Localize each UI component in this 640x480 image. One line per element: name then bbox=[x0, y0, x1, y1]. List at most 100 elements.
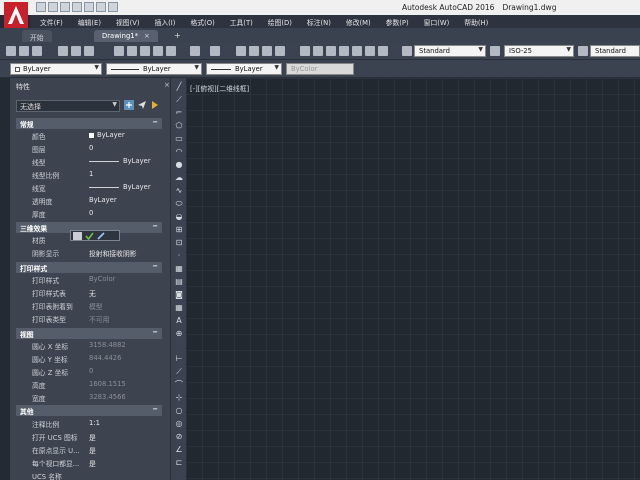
collapse-icon[interactable]: − bbox=[152, 262, 158, 270]
ellipse-arc-icon[interactable]: ◒ bbox=[174, 212, 184, 222]
properties-icon[interactable] bbox=[300, 46, 310, 56]
add-selected-icon[interactable]: ⊕ bbox=[174, 329, 184, 339]
sheetset-icon[interactable] bbox=[339, 46, 349, 56]
prop-row-center-z[interactable]: 圆心 Z 坐标 0 bbox=[16, 366, 162, 377]
menu-help[interactable]: 帮助(H) bbox=[464, 17, 488, 27]
line-icon[interactable]: ╱ bbox=[174, 82, 184, 92]
prop-row-center-y[interactable]: 圆心 Y 坐标 844.4426 bbox=[16, 353, 162, 364]
viewport-controls[interactable]: [-][俯视][二维线框] bbox=[190, 83, 249, 93]
arc-icon[interactable]: ◠ bbox=[174, 147, 184, 157]
hatch-icon[interactable]: ▦ bbox=[174, 264, 184, 274]
toolpalettes-icon[interactable] bbox=[326, 46, 336, 56]
make-block-icon[interactable]: ⊡ bbox=[174, 238, 184, 248]
plot-icon[interactable] bbox=[58, 46, 68, 56]
menu-insert[interactable]: 插入(I) bbox=[155, 17, 176, 27]
section-misc[interactable]: 其他 − bbox=[16, 405, 162, 416]
circle-icon[interactable]: ● bbox=[174, 160, 184, 170]
close-icon[interactable]: × bbox=[164, 81, 170, 89]
menu-view[interactable]: 视图(V) bbox=[116, 17, 140, 27]
new-tab-icon[interactable]: + bbox=[174, 31, 181, 40]
dim-style-select[interactable]: ISO-25 ▼ bbox=[504, 45, 574, 57]
construction-line-icon[interactable]: ⟋ bbox=[174, 95, 184, 105]
undo-icon[interactable] bbox=[96, 2, 106, 12]
prop-row-transparency[interactable]: 透明度 ByLayer bbox=[16, 195, 162, 206]
material-browse-icon[interactable] bbox=[73, 232, 82, 240]
autocad-logo-icon[interactable] bbox=[4, 2, 28, 28]
new-icon[interactable] bbox=[36, 2, 46, 12]
prop-row-center-x[interactable]: 圆心 X 坐标 3158.4882 bbox=[16, 340, 162, 351]
drawing-canvas[interactable]: [-][俯视][二维线框] bbox=[186, 78, 640, 480]
table-icon[interactable]: ▦ bbox=[174, 303, 184, 313]
lineweight-select[interactable]: ByLayer ▼ bbox=[206, 63, 282, 75]
toggle-pickadd-icon[interactable] bbox=[124, 100, 134, 110]
prop-row-thickness[interactable]: 厚度 0 bbox=[16, 208, 162, 219]
menu-dimension[interactable]: 标注(N) bbox=[307, 17, 331, 27]
saveas-icon[interactable] bbox=[72, 2, 82, 12]
prop-row-ucs-viewport[interactable]: 每个视口都显... 是 bbox=[16, 457, 162, 468]
prop-row-layer[interactable]: 图层 0 bbox=[16, 143, 162, 154]
collapse-icon[interactable]: − bbox=[152, 328, 158, 336]
cut-icon[interactable] bbox=[114, 46, 124, 56]
dim-ordinate-icon[interactable]: ⊹ bbox=[174, 393, 184, 403]
menu-format[interactable]: 格式(O) bbox=[190, 17, 214, 27]
prop-row-height[interactable]: 高度 1608.1515 bbox=[16, 379, 162, 390]
menu-parametric[interactable]: 参数(P) bbox=[386, 17, 409, 27]
tab-start[interactable]: 开始 bbox=[22, 30, 52, 42]
zoom-window-icon[interactable] bbox=[262, 46, 272, 56]
ellipse-icon[interactable]: ⬭ bbox=[174, 199, 184, 209]
prop-row-plottable[interactable]: 打印样式表 无 bbox=[16, 287, 162, 298]
linetype-select[interactable]: ByLayer ▼ bbox=[106, 63, 202, 75]
zoom-previous-icon[interactable] bbox=[275, 46, 285, 56]
section-general[interactable]: 常规 − bbox=[16, 118, 162, 129]
undo-icon[interactable] bbox=[190, 46, 200, 56]
insert-block-icon[interactable]: ⊞ bbox=[174, 225, 184, 235]
prop-row-ucs-origin[interactable]: 在原点显示 U... 是 bbox=[16, 444, 162, 455]
collapse-icon[interactable]: − bbox=[152, 118, 158, 126]
check-icon[interactable] bbox=[85, 232, 94, 240]
matchprop-icon[interactable] bbox=[153, 46, 163, 56]
menu-modify[interactable]: 修改(M) bbox=[346, 17, 371, 27]
quick-select-icon[interactable] bbox=[150, 100, 160, 110]
text-icon[interactable]: A bbox=[174, 316, 184, 326]
zoom-realtime-icon[interactable] bbox=[249, 46, 259, 56]
select-objects-icon[interactable] bbox=[137, 100, 147, 110]
preview-icon[interactable] bbox=[71, 46, 81, 56]
prop-row-color[interactable]: 颜色 ByLayer bbox=[16, 130, 162, 141]
tab-drawing1[interactable]: Drawing1* × bbox=[94, 30, 158, 42]
publish-icon[interactable] bbox=[84, 46, 94, 56]
redo-icon[interactable] bbox=[108, 2, 118, 12]
menu-window[interactable]: 窗口(W) bbox=[424, 17, 450, 27]
save-icon[interactable] bbox=[32, 46, 42, 56]
menu-tools[interactable]: 工具(T) bbox=[230, 17, 253, 27]
material-edit-icon[interactable] bbox=[97, 232, 106, 240]
save-icon[interactable] bbox=[60, 2, 70, 12]
dim-angular-icon[interactable]: ∠ bbox=[174, 445, 184, 455]
calculator-icon[interactable] bbox=[365, 46, 375, 56]
help-icon[interactable] bbox=[378, 46, 388, 56]
prop-row-linetype[interactable]: 线型 ByLayer bbox=[16, 156, 162, 167]
menu-draw[interactable]: 绘图(D) bbox=[268, 17, 292, 27]
prop-row-plotattach[interactable]: 打印表附着到 模型 bbox=[16, 300, 162, 311]
prop-row-annoscale[interactable]: 注释比例 1:1 bbox=[16, 418, 162, 429]
color-select[interactable]: ByLayer ▼ bbox=[10, 63, 102, 75]
dim-radius-icon[interactable]: ○ bbox=[174, 406, 184, 416]
spline-icon[interactable]: ∿ bbox=[174, 186, 184, 196]
print-icon[interactable] bbox=[84, 2, 94, 12]
revcloud-icon[interactable]: ☁ bbox=[174, 173, 184, 183]
collapse-icon[interactable]: − bbox=[152, 405, 158, 413]
prop-row-plottype[interactable]: 打印表类型 不可用 bbox=[16, 313, 162, 324]
dim-jogged-icon[interactable]: ◎ bbox=[174, 419, 184, 429]
dim-quick-icon[interactable]: ⊏ bbox=[174, 458, 184, 468]
pan-icon[interactable] bbox=[236, 46, 246, 56]
polygon-icon[interactable]: ⬠ bbox=[174, 121, 184, 131]
tab-close-icon[interactable]: × bbox=[144, 32, 150, 40]
section-view[interactable]: 视图 − bbox=[16, 328, 162, 339]
point-icon[interactable]: · bbox=[174, 251, 184, 261]
dim-arc-icon[interactable]: ⌒ bbox=[174, 380, 184, 390]
prop-row-ltscale[interactable]: 线型比例 1 bbox=[16, 169, 162, 180]
gradient-icon[interactable]: ▤ bbox=[174, 277, 184, 287]
new-icon[interactable] bbox=[6, 46, 16, 56]
open-icon[interactable] bbox=[48, 2, 58, 12]
prop-row-shadow[interactable]: 阴影显示 投射和接收阴影 bbox=[16, 247, 162, 258]
redo-icon[interactable] bbox=[210, 46, 220, 56]
